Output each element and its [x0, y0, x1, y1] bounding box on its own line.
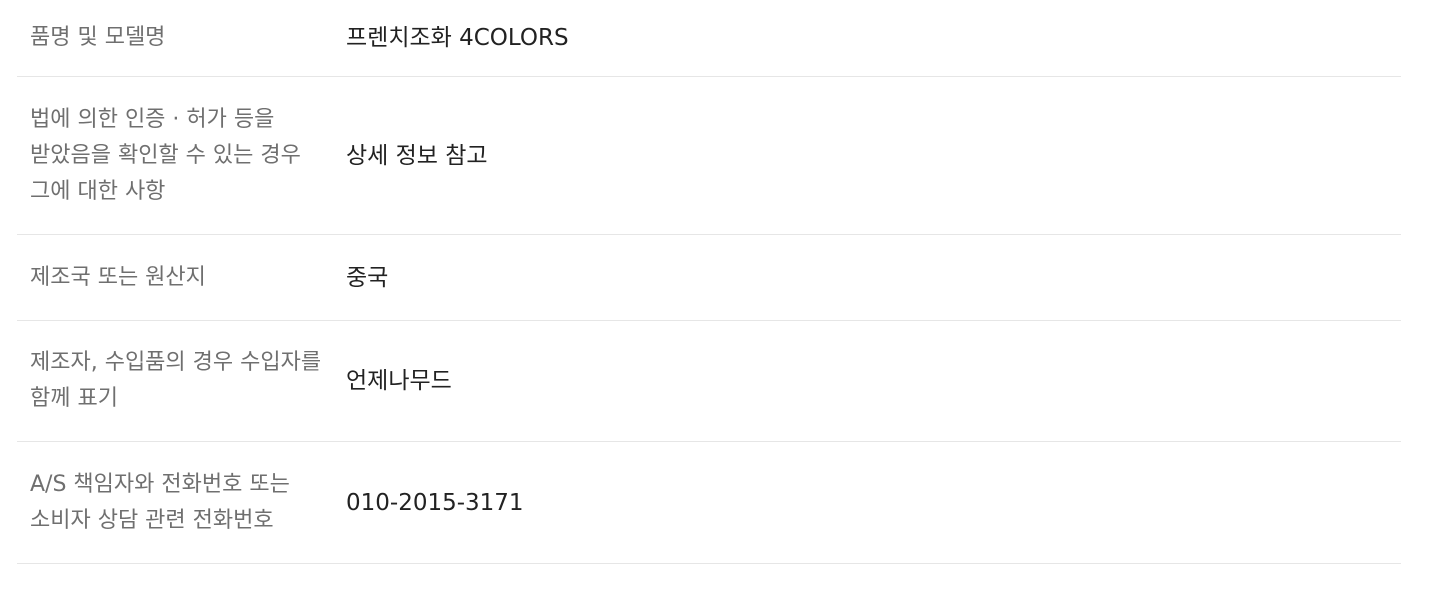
table-row: 품명 및 모델명 프렌치조화 4COLORS — [17, 0, 1401, 77]
row-label: 제조자, 수입품의 경우 수입자를 함께 표기 — [30, 350, 322, 411]
row-label: 제조국 또는 원산지 — [30, 264, 206, 290]
row-label: A/S 책임자와 전화번호 또는 소비자 상담 관련 전화번호 — [30, 471, 290, 533]
row-value: 중국 — [346, 264, 389, 291]
row-label: 법에 의한 인증 · 허가 등을 받았음을 확인할 수 있는 경우 그에 대한 … — [30, 106, 301, 204]
row-value: 프렌치조화 4COLORS — [346, 25, 569, 51]
row-value: 010-2015-3171 — [346, 489, 524, 516]
table-row: 제조국 또는 원산지 중국 — [17, 235, 1401, 321]
row-value: 상세 정보 참고 — [346, 142, 488, 169]
row-value: 언제나무드 — [346, 368, 452, 394]
table-row: A/S 책임자와 전화번호 또는 소비자 상담 관련 전화번호 010-2015… — [17, 442, 1401, 564]
table-row: 법에 의한 인증 · 허가 등을 받았음을 확인할 수 있는 경우 그에 대한 … — [17, 77, 1401, 235]
row-label: 품명 및 모델명 — [30, 25, 166, 50]
table-row: 제조자, 수입품의 경우 수입자를 함께 표기 언제나무드 — [17, 321, 1401, 442]
product-info-table: 품명 및 모델명 프렌치조화 4COLORS 법에 의한 인증 · 허가 등을 … — [17, 0, 1401, 564]
